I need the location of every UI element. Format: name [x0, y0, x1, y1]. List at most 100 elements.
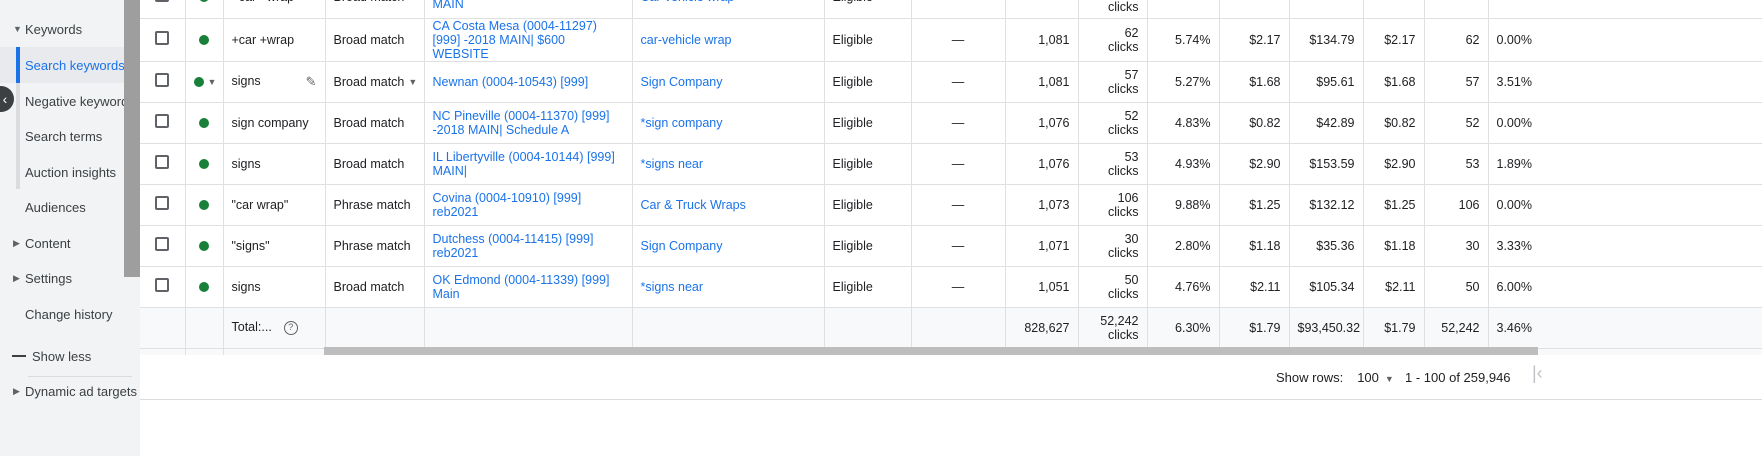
avg-cpc-cell: $1.18: [1219, 225, 1290, 267]
keyword-cell[interactable]: +car +wrap: [223, 0, 326, 19]
ad-group-link[interactable]: *signs near: [632, 143, 825, 185]
impressions-cell: 1,051: [1005, 266, 1079, 308]
cost-per-conv-cell: $1.68: [1363, 61, 1425, 103]
avg-cpc-cell: $2.11: [1219, 266, 1290, 308]
help-icon[interactable]: ?: [283, 320, 298, 335]
sidebar-item-audiences[interactable]: Audiences: [0, 189, 140, 225]
campaign-link[interactable]: NC Pineville (0004-11370) [999] -2018 MA…: [424, 102, 633, 144]
conversions-cell: 62: [1424, 18, 1489, 62]
keyword-text: signs: [231, 156, 261, 171]
ad-group-link[interactable]: car-vehicle wrap: [632, 18, 825, 62]
table-row[interactable]: "car wrap" Phrase match Covina (0004-10910…: [140, 184, 1762, 226]
table-row[interactable]: signs Broad match OK Edmond (0004-11339) […: [140, 266, 1762, 308]
campaign-link[interactable]: Knoxville (0004-11298) [999] MAIN: [424, 0, 633, 19]
keyword-cell[interactable]: +car +wrap: [223, 18, 326, 62]
ad-group-link[interactable]: *sign company: [632, 102, 825, 144]
status-dot-icon: [199, 159, 209, 170]
status-cell: Eligible: [824, 18, 912, 62]
sidebar-item-content[interactable]: ▶ Content: [0, 225, 140, 261]
status-cell: Eligible: [824, 184, 912, 226]
cost-cell: $93,450.32: [1289, 307, 1364, 349]
campaign-link[interactable]: Newnan (0004-10543) [999]: [424, 61, 633, 103]
keyword-cell[interactable]: "car wrap": [223, 184, 326, 226]
total-label: Total:...: [231, 320, 272, 335]
caret-down-icon[interactable]: ▼: [208, 77, 217, 87]
show-rows-select[interactable]: Show rows: 100 ▼: [1276, 370, 1394, 385]
cost-cell: $132.12: [1289, 184, 1364, 226]
row-checkbox[interactable]: [155, 73, 170, 87]
row-checkbox[interactable]: [155, 278, 170, 292]
ad-group-link[interactable]: Sign Company: [632, 61, 825, 103]
conv-rate-cell: 6.00%: [1488, 266, 1762, 308]
caret-right-icon: ▶: [13, 272, 20, 283]
total-label-cell: Total:...?: [223, 307, 326, 349]
campaign-link[interactable]: Covina (0004-10910) [999] reb2021: [424, 184, 633, 226]
avg-cpc-cell: $1.79: [1219, 307, 1290, 349]
match-type-text: Broad match: [333, 115, 405, 130]
keyword-cell[interactable]: signs ✎: [223, 61, 326, 103]
status-cell: Eligible: [824, 225, 912, 267]
status-dot-icon: [199, 118, 209, 129]
table-row[interactable]: signs Broad match IL Libertyville (0004-10…: [140, 143, 1762, 185]
sidebar-item-settings[interactable]: ▶ Settings: [0, 260, 140, 296]
match-type-cell[interactable]: Broad match: [325, 0, 425, 19]
table-row[interactable]: ▼ signs ✎ Broad match ▼ Newnan (0004-10543) […: [140, 61, 1762, 103]
table-row[interactable]: "signs" Phrase match Dutchess (0004-11415)…: [140, 225, 1762, 267]
first-page-icon[interactable]: |‹: [1532, 363, 1543, 384]
pencil-icon[interactable]: ✎: [306, 74, 317, 90]
horizontal-scrollbar[interactable]: [324, 347, 1538, 355]
match-type-cell[interactable]: Broad match: [325, 266, 425, 308]
match-type-cell[interactable]: Broad match: [325, 143, 425, 185]
row-checkbox[interactable]: [155, 196, 170, 210]
ad-group-link[interactable]: *signs near: [632, 266, 825, 308]
conv-rate-cell: 0.00%: [1488, 184, 1762, 226]
avg-cpc-cell: $2.90: [1219, 143, 1290, 185]
keyword-cell[interactable]: sign company: [223, 102, 326, 144]
ad-group-link[interactable]: Sign Company: [632, 225, 825, 267]
sidebar-item-negative-keywords[interactable]: Negative keywords: [0, 83, 140, 119]
avg-cpc-cell: $1.25: [1219, 184, 1290, 226]
sidebar-item-dynamic-ad-targets[interactable]: ▶ Dynamic ad targets: [0, 373, 140, 409]
campaign-link[interactable]: CA Costa Mesa (0004-11297) [999] -2018 M…: [424, 18, 633, 62]
match-type-cell[interactable]: Broad match: [325, 18, 425, 62]
caret-down-icon[interactable]: ▼: [408, 77, 417, 87]
sidebar-item-auction-insights[interactable]: Auction insights: [0, 154, 140, 190]
conv-rate-cell: 3.33%: [1488, 225, 1762, 267]
sidebar-scrollbar[interactable]: [124, 0, 140, 277]
sidebar-item-label: Audiences: [25, 199, 86, 215]
sidebar-item-search-terms[interactable]: Search terms: [0, 118, 140, 154]
row-checkbox[interactable]: [155, 155, 170, 169]
table-row[interactable]: +car +wrap Broad match Knoxville (0004-1…: [140, 0, 1762, 19]
sidebar-item-label: Search terms: [25, 128, 103, 144]
row-checkbox[interactable]: [155, 0, 170, 3]
sidebar-item-label: Search keywords: [25, 57, 125, 73]
match-type-cell[interactable]: Phrase match: [325, 225, 425, 267]
clicks-value: 50: [1124, 272, 1139, 287]
keyword-cell[interactable]: signs: [223, 266, 326, 308]
match-type-cell[interactable]: Phrase match: [325, 184, 425, 226]
table-row[interactable]: +car +wrap Broad match CA Costa Mesa (0004…: [140, 18, 1762, 62]
sidebar-item-label: Content: [25, 235, 71, 251]
show-less-button[interactable]: Show less: [0, 340, 140, 372]
row-checkbox[interactable]: [155, 31, 170, 45]
table-row[interactable]: sign company Broad match NC Pineville (000…: [140, 102, 1762, 144]
sidebar-item-search-keywords[interactable]: Search keywords: [0, 47, 140, 83]
sidebar-item-keywords[interactable]: ▼ Keywords: [0, 11, 140, 47]
campaign-link[interactable]: IL Libertyville (0004-10144) [999] MAIN|: [424, 143, 633, 185]
match-type-cell[interactable]: Broad match: [325, 102, 425, 144]
keyword-cell[interactable]: signs: [223, 143, 326, 185]
row-checkbox[interactable]: [155, 237, 170, 251]
campaign-link[interactable]: OK Edmond (0004-11339) [999] Main: [424, 266, 633, 308]
row-checkbox[interactable]: [155, 114, 170, 128]
conv-rate-cell: 1.89%: [1488, 143, 1762, 185]
sidebar: ▼ Keywords Search keywords Negative keyw…: [0, 0, 140, 456]
ad-group-link[interactable]: Car & Truck Wraps: [632, 184, 825, 226]
ad-group-link[interactable]: Car-vehicle wrap: [632, 0, 825, 19]
match-type-cell[interactable]: Broad match ▼: [325, 61, 425, 103]
clicks-cell: 53 clicks: [1078, 143, 1148, 185]
match-type-text: Phrase match: [333, 238, 411, 253]
sidebar-item-change-history[interactable]: Change history: [0, 296, 140, 332]
campaign-link[interactable]: Dutchess (0004-11415) [999] reb2021: [424, 225, 633, 267]
keyword-cell[interactable]: "signs": [223, 225, 326, 267]
clicks-cell: 106 clicks: [1078, 184, 1148, 226]
